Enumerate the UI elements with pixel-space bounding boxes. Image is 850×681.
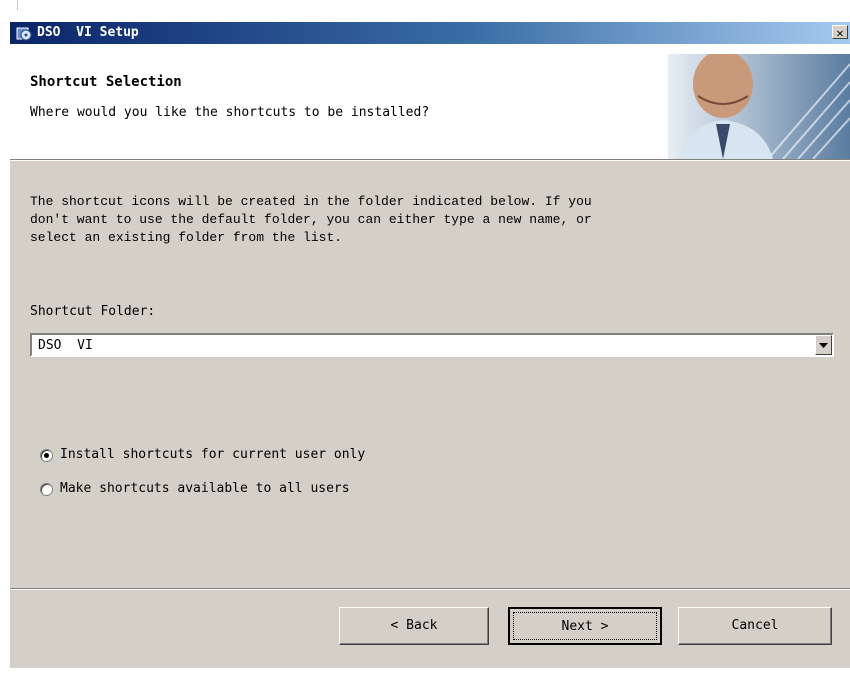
page-subtitle: Where would you like the shortcuts to be… bbox=[30, 105, 430, 120]
cancel-button[interactable]: Cancel bbox=[678, 607, 832, 645]
setup-disk-icon bbox=[16, 27, 32, 41]
window-title: DSO VI Setup bbox=[37, 25, 139, 40]
background-divider bbox=[17, 0, 18, 10]
radio-button-current-user[interactable] bbox=[40, 449, 53, 462]
radio-selected-dot bbox=[44, 453, 49, 458]
radio-button-all-users[interactable] bbox=[40, 483, 53, 496]
shortcut-folder-combobox[interactable]: DSO VI bbox=[30, 333, 834, 357]
title-bar[interactable]: DSO VI Setup ✕ bbox=[10, 22, 850, 44]
radio-label-current-user[interactable]: Install shortcuts for current user only bbox=[60, 447, 365, 462]
radio-label-all-users[interactable]: Make shortcuts available to all users bbox=[60, 481, 350, 496]
back-button[interactable]: < Back bbox=[339, 607, 489, 645]
chevron-down-icon bbox=[819, 343, 828, 348]
header-banner-image bbox=[668, 54, 850, 159]
footer-divider bbox=[10, 588, 850, 590]
header-divider bbox=[10, 159, 850, 161]
next-button[interactable]: Next > bbox=[508, 607, 662, 645]
description-text: The shortcut icons will be created in th… bbox=[30, 194, 592, 245]
close-icon: ✕ bbox=[836, 26, 844, 40]
shortcut-folder-value[interactable]: DSO VI bbox=[38, 338, 93, 353]
page-title: Shortcut Selection bbox=[30, 74, 182, 90]
close-button[interactable]: ✕ bbox=[832, 25, 848, 40]
shortcut-folder-label: Shortcut Folder: bbox=[30, 304, 156, 319]
next-button-label: Next > bbox=[513, 612, 657, 640]
dropdown-button[interactable] bbox=[815, 335, 832, 355]
